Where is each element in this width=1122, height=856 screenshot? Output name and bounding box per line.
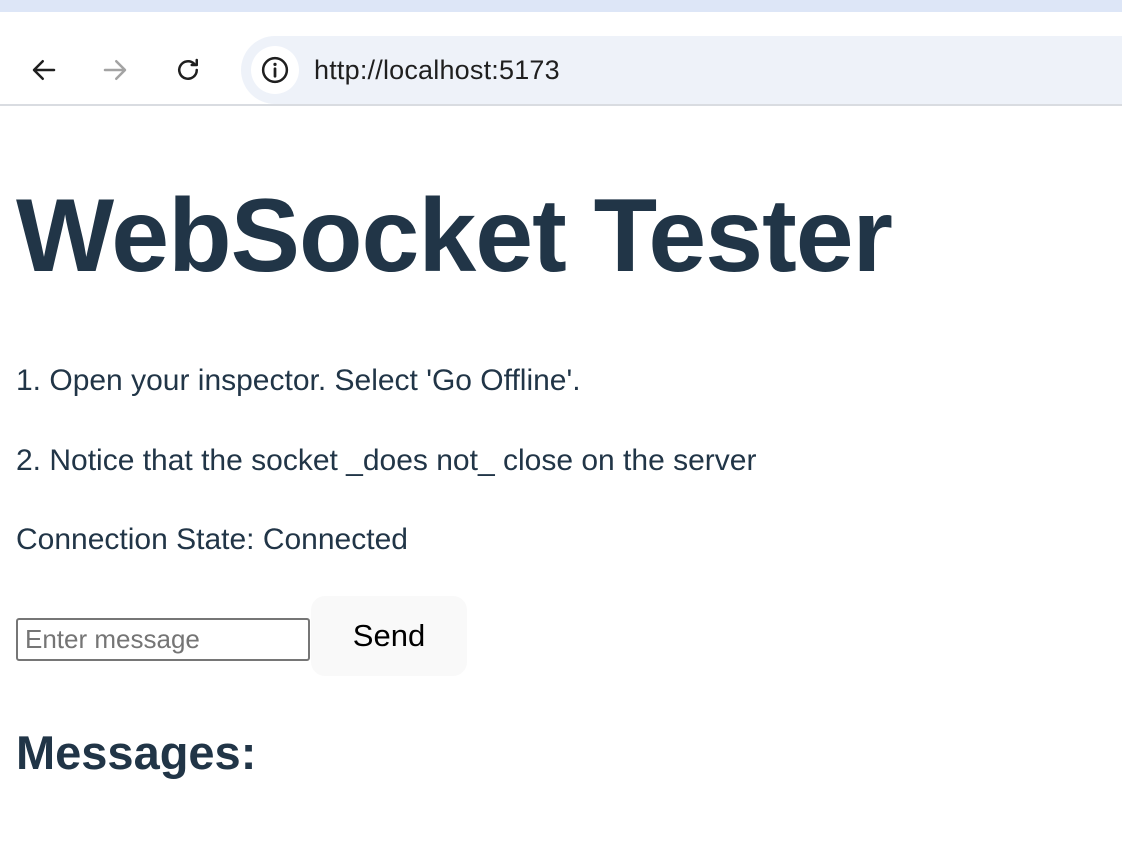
forward-button[interactable] bbox=[85, 40, 145, 100]
page-title: WebSocket Tester bbox=[16, 178, 893, 294]
back-button[interactable] bbox=[14, 40, 74, 100]
forward-arrow-icon bbox=[103, 60, 127, 80]
toolbar-divider bbox=[0, 104, 1122, 106]
back-arrow-icon bbox=[32, 60, 56, 80]
reload-button[interactable] bbox=[158, 40, 218, 100]
messages-heading: Messages: bbox=[16, 726, 257, 779]
instruction-step-1: 1. Open your inspector. Select 'Go Offli… bbox=[16, 364, 581, 397]
window-top-strip bbox=[0, 0, 1122, 12]
reload-icon bbox=[178, 58, 198, 80]
instruction-step-2: 2. Notice that the socket _does not_ clo… bbox=[16, 444, 757, 477]
send-button[interactable]: Send bbox=[311, 596, 467, 676]
site-info-button[interactable] bbox=[251, 46, 299, 94]
info-icon bbox=[261, 56, 289, 84]
browser-toolbar: http://localhost:5173 bbox=[0, 12, 1122, 104]
connection-state: Connection State: Connected bbox=[16, 523, 408, 556]
message-input[interactable] bbox=[16, 618, 310, 661]
address-bar[interactable]: http://localhost:5173 bbox=[241, 36, 1122, 104]
url-text[interactable]: http://localhost:5173 bbox=[314, 55, 560, 86]
